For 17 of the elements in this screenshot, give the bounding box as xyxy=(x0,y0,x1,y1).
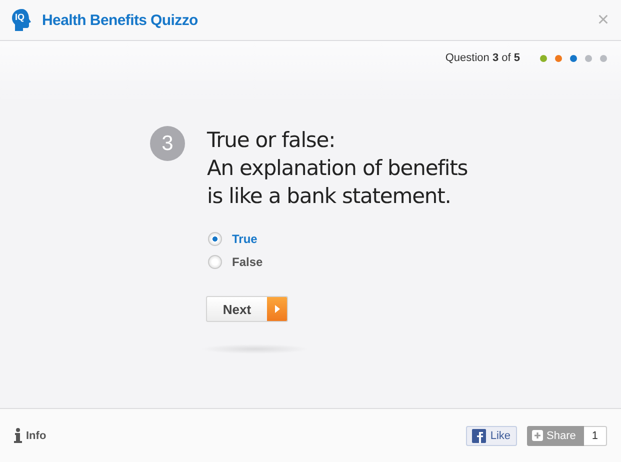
question-counter: Question 3 of 5 xyxy=(445,52,520,64)
like-button[interactable]: Like xyxy=(466,426,517,446)
window-title: Health Benefits Quizzo xyxy=(42,12,199,28)
question-text: True or false: An explanation of benefits is like a bank statement. xyxy=(207,127,468,210)
radio-button[interactable] xyxy=(208,255,222,269)
plus-icon xyxy=(532,430,543,441)
info-icon xyxy=(14,428,22,443)
answer-option[interactable]: True xyxy=(208,232,258,246)
square-logo-icon xyxy=(472,428,486,442)
play-arrow-icon xyxy=(274,305,280,313)
question-number: 3 xyxy=(150,126,185,161)
next-button[interactable]: Next xyxy=(206,296,288,322)
head-logo: IQ xyxy=(12,9,32,31)
share-count: 1 xyxy=(584,426,607,446)
answer-option[interactable]: False xyxy=(208,255,263,269)
radio-button[interactable] xyxy=(208,232,222,246)
info-link[interactable]: Info xyxy=(14,428,466,443)
